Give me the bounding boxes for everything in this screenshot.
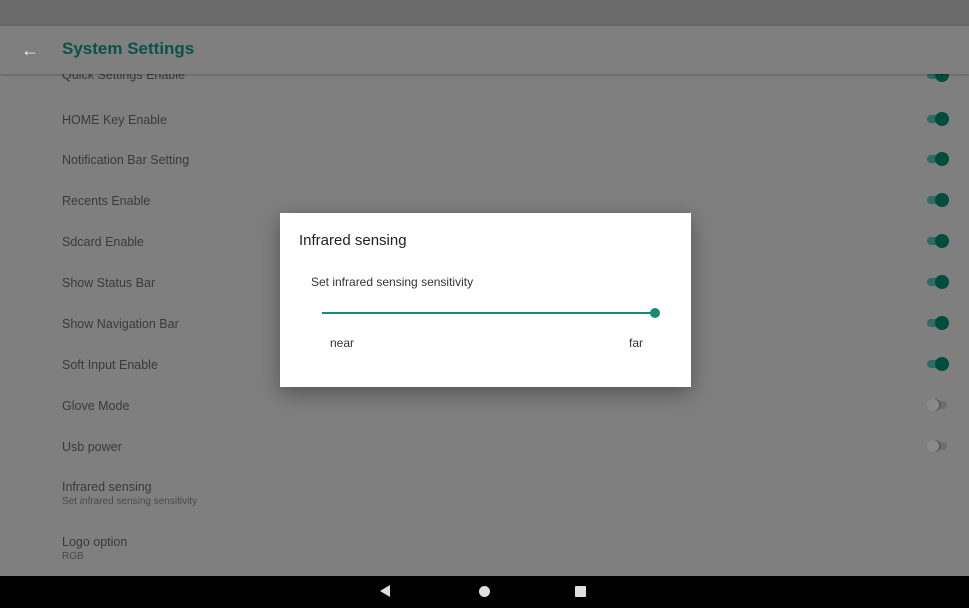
setting-label: Notification Bar Setting [62,153,190,167]
switch-thumb [935,152,949,166]
recents-enable-switch[interactable] [925,193,949,207]
switch-thumb [935,357,949,371]
switch-thumb [927,440,939,452]
setting-label: Glove Mode [62,399,130,413]
switch-thumb [935,316,949,330]
setting-summary: Set infrared sensing sensitivity [62,496,198,507]
setting-label: Infrared sensing [62,480,152,494]
infrared-sensing-dialog: Infrared sensing Set infrared sensing se… [280,213,691,387]
nav-recents-icon[interactable] [575,586,586,597]
soft-input-enable-switch[interactable] [925,357,949,371]
notification-bar-switch[interactable] [925,152,949,166]
switch-thumb [935,234,949,248]
arrow-left-icon[interactable]: ← [18,38,42,62]
screen: ← System Settings Quick Settings Enable … [0,0,969,608]
switch-thumb [927,399,939,411]
show-status-bar-switch[interactable] [925,275,949,289]
switch-thumb [935,275,949,289]
sensitivity-slider[interactable] [322,306,660,320]
setting-label: Usb power [62,440,122,454]
setting-label: Recents Enable [62,194,151,208]
setting-summary: RGB [62,551,84,562]
setting-infrared-sensing[interactable]: Infrared sensing Set infrared sensing se… [0,472,969,526]
slider-max-label: far [628,336,643,350]
dialog-title: Infrared sensing [299,232,407,249]
navigation-bar [0,576,969,608]
page-title: System Settings [62,39,195,58]
slider-track [322,312,655,314]
setting-label: Sdcard Enable [62,235,145,249]
setting-glove-mode[interactable]: Glove Mode [0,388,969,429]
switch-thumb [935,193,949,207]
setting-usb-power[interactable]: Usb power [0,429,969,470]
setting-notification-bar[interactable]: Notification Bar Setting [0,142,969,183]
nav-home-icon[interactable] [479,586,490,597]
dialog-message: Set infrared sensing sensitivity [311,275,474,289]
setting-label: Soft Input Enable [62,358,158,372]
usb-power-switch[interactable] [925,439,949,453]
status-bar [0,0,969,26]
nav-back-icon[interactable] [380,585,390,597]
setting-label: HOME Key Enable [62,113,167,127]
home-key-enable-switch[interactable] [925,112,949,126]
slider-min-label: near [330,336,355,350]
setting-label: Show Status Bar [62,276,156,290]
app-bar: ← System Settings [0,26,969,74]
slider-thumb[interactable] [650,308,660,318]
glove-mode-switch[interactable] [925,398,949,412]
setting-home-key-enable[interactable]: HOME Key Enable [0,101,969,142]
setting-logo-option[interactable]: Logo option RGB [0,530,969,576]
switch-thumb [935,112,949,126]
setting-label: Logo option [62,535,128,549]
show-navigation-bar-switch[interactable] [925,316,949,330]
sdcard-enable-switch[interactable] [925,234,949,248]
setting-label: Show Navigation Bar [62,317,179,331]
